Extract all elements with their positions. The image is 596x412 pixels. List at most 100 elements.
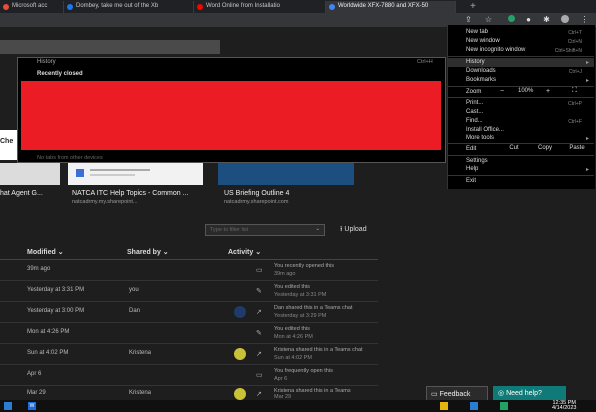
column-shared-by[interactable]: Shared by ⌄ [127,248,169,256]
filter-placeholder: Type to filter list [210,227,249,233]
shared-by-cell: Dan [129,308,141,314]
table-row[interactable]: Yesterday at 3:00 PM Dan ↗ Dan shared th… [0,302,378,323]
card-thumbnail[interactable] [218,163,354,185]
tab-label: Dombey, take me out of the Xb [76,3,159,9]
taskbar-clock[interactable]: 12:35 PM 4/14/2023 [552,400,576,411]
taskbar-app-icon[interactable] [440,402,448,410]
table-row[interactable]: Sun at 4:02 PM Kristena ↗ Kristena share… [0,344,378,365]
avatar [234,388,246,400]
upload-button[interactable]: ⭱ Upload [340,225,367,236]
browser-tab[interactable]: Microsoft acc [0,1,64,13]
browser-tab[interactable]: Dombey, take me out of the Xb [64,1,194,13]
profile-avatar-icon[interactable] [560,15,569,24]
column-modified[interactable]: Modified ⌄ [27,248,64,256]
word-app-icon[interactable]: W [28,402,36,410]
share-icon: ↗ [256,309,262,316]
cut-button[interactable]: Cut [500,145,528,154]
need-help-button[interactable]: ◎ Need help? [493,386,566,401]
activity-text: You edited this [274,326,310,332]
puzzle-icon[interactable]: ✱ [542,15,551,24]
feedback-icon: ▭ [431,391,438,398]
card-title[interactable]: hat Agent G... [0,190,43,197]
left-card-thumbnail[interactable] [0,130,18,160]
table-row[interactable]: Apr 6 ▭ You frequently open this Apr 6 [0,365,378,386]
menu-item-zoom: Zoom [466,89,482,95]
table-row[interactable]: Mar 29 Kristena ↗ Kristena shared this i… [0,386,378,400]
browser-tab-active[interactable]: Worldwide XFX-7880 and XFX-50 [326,1,456,13]
menu-item-settings[interactable]: Settings [466,158,488,164]
history-title[interactable]: History [37,59,56,65]
activity-text: You recently opened this [274,263,335,269]
copy-button[interactable]: Copy [531,145,559,154]
menu-item-find[interactable]: Find... [466,118,483,124]
extension-icon[interactable]: ● [524,15,533,24]
menu-item-new-incognito[interactable]: New incognito window [466,47,525,53]
avatar [234,348,246,360]
menu-item-downloads[interactable]: Downloads [466,68,496,74]
favicon-icon [3,4,9,10]
edit-icon: ✎ [256,330,262,337]
taskbar-app-icon[interactable] [500,402,508,410]
browser-tab[interactable]: Word Online from Installatio [194,1,326,13]
open-icon: ▭ [256,372,263,379]
tab-label: Worldwide XFX-7880 and XFX-50 [338,3,429,9]
card-thumbnail[interactable] [68,163,203,185]
chevron-down-icon: ⌄ [315,226,320,232]
card-title[interactable]: US Briefing Outline 4 [224,190,289,197]
tab-label: Microsoft acc [12,3,48,9]
menu-item-bookmarks[interactable]: Bookmarks [466,77,496,83]
shared-by-cell: Kristena [129,390,152,396]
menu-item-cast[interactable]: Cast... [466,109,483,115]
menu-item-exit[interactable]: Exit [466,178,476,184]
taskbar-app-icon[interactable] [470,402,478,410]
shortcut: Ctrl+J [568,69,582,75]
menu-item-install-office[interactable]: Install Office... [466,127,504,133]
zoom-out-button[interactable]: − [500,88,504,95]
shared-by-cell: Kristena [129,350,152,356]
modified-cell: Sun at 4:02 PM [27,350,69,356]
paste-button[interactable]: Paste [563,145,591,154]
menu-item-print[interactable]: Print... [466,100,483,106]
column-label: Shared by [127,249,161,256]
chevron-right-icon: ▸ [586,136,590,142]
redaction-box [21,81,441,150]
shortcut: Ctrl+N [567,39,582,45]
tab-label: Word Online from Installatio [206,3,280,9]
table-row[interactable]: 39m ago ▭ You recently opened this 39m a… [0,260,378,281]
card-title[interactable]: NATCA ITC Help Topics - Common ... [72,190,188,197]
column-activity[interactable]: Activity ⌄ [228,248,261,256]
feedback-button[interactable]: ▭ Feedback [426,386,488,401]
activity-time: Mon at 4:26 PM [274,334,313,340]
chevron-right-icon: ▸ [586,78,590,84]
browser-tab-strip: Microsoft acc Dombey, take me out of the… [0,0,596,13]
activity-time: 39m ago [274,271,296,277]
menu-item-more-tools[interactable]: More tools [466,135,494,141]
menu-item-new-tab[interactable]: New tab [466,29,488,35]
menu-item-help[interactable]: Help [466,166,478,172]
table-row[interactable]: Yesterday at 3:31 PM you ✎ You edited th… [0,281,378,302]
fullscreen-icon[interactable]: ⛶ [572,87,577,95]
menu-item-history[interactable]: History [466,59,485,65]
activity-time: Yesterday at 3:31 PM [274,292,327,298]
star-icon[interactable]: ☆ [484,15,493,24]
column-label: Modified [27,249,56,256]
card-subtitle: natcadrmy.my.sharepoint... [72,199,138,205]
filter-input[interactable]: Type to filter list ⌄ [205,224,325,236]
card-thumbnail[interactable] [0,163,60,185]
windows-start-icon[interactable] [4,402,12,410]
history-shortcut: Ctrl+H [417,59,433,65]
card-subtitle: natcadrmy.sharepoint.com [224,199,289,205]
list-header: Modified ⌄ Shared by ⌄ Activity ⌄ [0,246,378,258]
modified-cell: 39m ago [27,266,51,272]
menu-item-new-window[interactable]: New window [466,38,500,44]
share-icon[interactable]: ⇪ [464,15,473,24]
need-help-label: Need help? [506,390,542,397]
zoom-in-button[interactable]: + [546,88,550,95]
extension-green-icon[interactable] [507,15,516,24]
help-icon: ◎ [498,390,505,397]
table-row[interactable]: Mon at 4:26 PM ✎ You edited this Mon at … [0,323,378,344]
new-tab-button[interactable]: + [470,1,476,12]
menu-kebab-icon[interactable]: ⋮ [580,15,589,24]
chevron-right-icon: ▸ [586,60,590,66]
menu-divider [448,155,594,156]
